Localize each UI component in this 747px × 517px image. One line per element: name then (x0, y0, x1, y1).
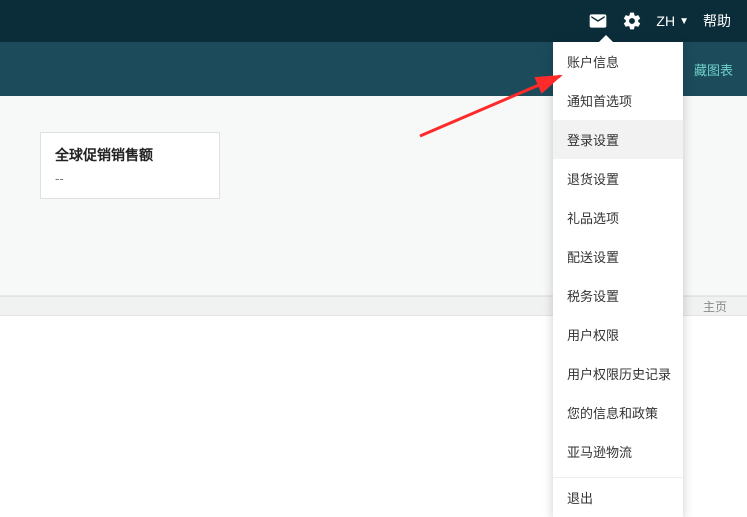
home-link[interactable]: 主页 (703, 298, 727, 315)
settings-menu-item-10[interactable]: 亚马逊物流 (553, 432, 683, 471)
chevron-down-icon: ▼ (679, 16, 689, 27)
settings-menu-item-7[interactable]: 用户权限 (553, 315, 683, 354)
settings-menu-item-3[interactable]: 退货设置 (553, 159, 683, 198)
top-bar: ZH ▼ 帮助 (0, 0, 747, 42)
settings-dropdown: 账户信息通知首选项登录设置退货设置礼品选项配送设置税务设置用户权限用户权限历史记… (553, 42, 683, 517)
settings-menu-item-1[interactable]: 通知首选项 (553, 81, 683, 120)
settings-menu-item-2[interactable]: 登录设置 (553, 120, 683, 159)
settings-menu-item-5[interactable]: 配送设置 (553, 237, 683, 276)
help-link[interactable]: 帮助 (703, 11, 737, 31)
language-selector[interactable]: ZH ▼ (656, 13, 689, 29)
settings-menu-item-8[interactable]: 用户权限历史记录 (553, 354, 683, 393)
settings-menu-item-0[interactable]: 账户信息 (553, 42, 683, 81)
settings-menu-item-6[interactable]: 税务设置 (553, 276, 683, 315)
hide-chart-link[interactable]: 藏图表 (694, 60, 733, 79)
settings-menu-logout[interactable]: 退出 (553, 478, 683, 517)
card-title: 全球促销销售额 (55, 145, 205, 165)
settings-menu-item-4[interactable]: 礼品选项 (553, 198, 683, 237)
gear-icon[interactable] (622, 11, 642, 31)
language-label: ZH (656, 13, 675, 29)
settings-menu-item-9[interactable]: 您的信息和政策 (553, 393, 683, 432)
sales-card: 全球促销销售额 -- (40, 132, 220, 199)
mail-icon[interactable] (588, 11, 608, 31)
card-value: -- (55, 171, 205, 186)
